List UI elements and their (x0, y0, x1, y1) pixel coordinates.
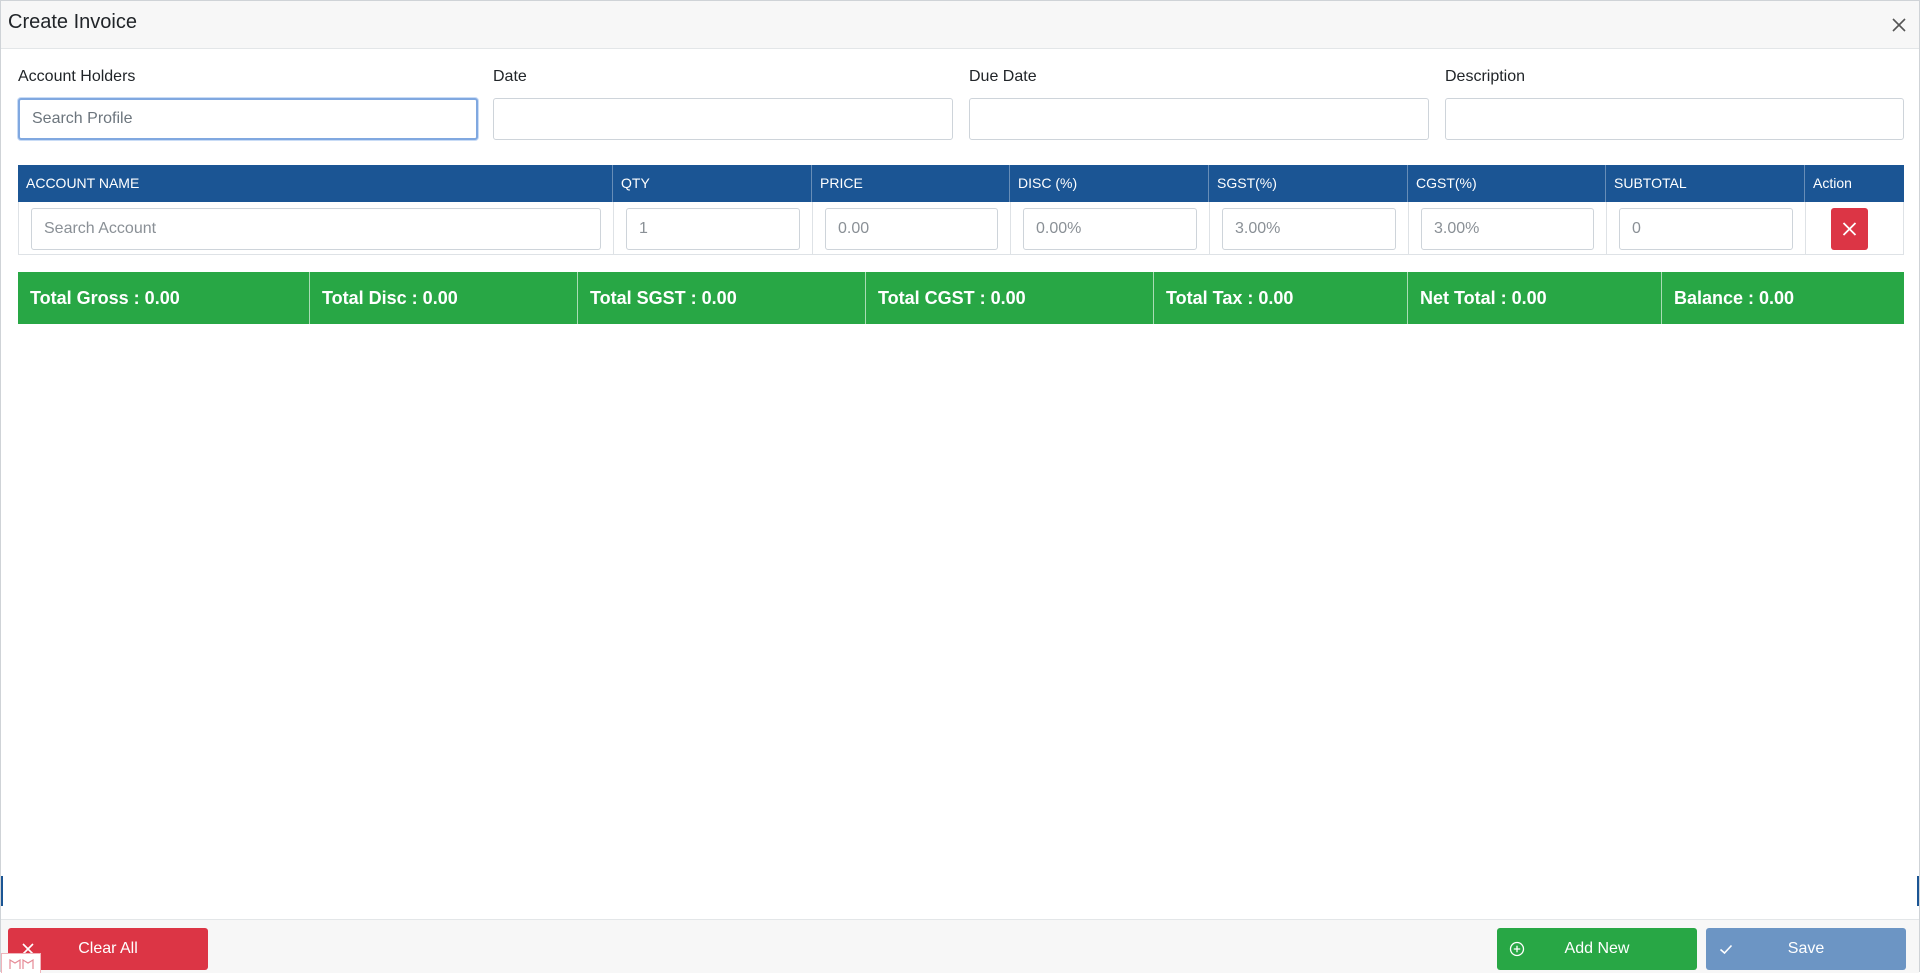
table-row (18, 202, 1904, 255)
total-disc: Total Disc : 0.00 (310, 272, 578, 324)
cgst-input[interactable] (1421, 208, 1594, 250)
disc-input[interactable] (1023, 208, 1197, 250)
column-header-subtotal: SUBTOTAL (1606, 165, 1805, 202)
modal-title: Create Invoice (8, 11, 137, 33)
qty-input[interactable] (626, 208, 800, 250)
cell-subtotal (1607, 202, 1806, 254)
due-date-input[interactable] (969, 98, 1429, 140)
close-button[interactable] (1889, 15, 1909, 35)
cell-account-name (19, 202, 614, 254)
cell-price (813, 202, 1011, 254)
cell-qty (614, 202, 813, 254)
modal-header: Create Invoice (1, 1, 1919, 49)
left-edge-accent (1, 876, 3, 906)
cell-cgst (1409, 202, 1607, 254)
add-new-label: Add New (1564, 940, 1630, 957)
column-header-cgst: CGST(%) (1408, 165, 1606, 202)
net-total: Net Total : 0.00 (1408, 272, 1662, 324)
account-holders-label: Account Holders (18, 68, 136, 85)
totals-bar: Total Gross : 0.00 Total Disc : 0.00 Tot… (18, 272, 1904, 324)
total-tax: Total Tax : 0.00 (1154, 272, 1408, 324)
column-header-price: PRICE (812, 165, 1010, 202)
date-input[interactable] (493, 98, 953, 140)
cell-disc (1011, 202, 1210, 254)
price-input[interactable] (825, 208, 998, 250)
column-header-account-name: ACCOUNT NAME (18, 165, 613, 202)
total-cgst: Total CGST : 0.00 (866, 272, 1154, 324)
column-header-action: Action (1813, 175, 1852, 191)
account-holders-input[interactable] (18, 98, 478, 140)
column-header-qty: QTY (613, 165, 812, 202)
create-invoice-modal: Create Invoice Account Holders Date Due … (0, 0, 1920, 973)
line-items-header: ACCOUNT NAME QTY PRICE DISC (%) SGST(%) … (18, 165, 1904, 202)
column-header-sgst: SGST(%) (1209, 165, 1408, 202)
description-input[interactable] (1445, 98, 1904, 140)
total-gross: Total Gross : 0.00 (18, 272, 310, 324)
sgst-input[interactable] (1222, 208, 1396, 250)
total-sgst: Total SGST : 0.00 (578, 272, 866, 324)
modal-footer: Clear All Add New Save (1, 919, 1919, 973)
balance: Balance : 0.00 (1674, 288, 1795, 308)
corner-logo (1, 953, 41, 973)
add-new-button[interactable]: Add New (1497, 928, 1697, 970)
save-label: Save (1787, 940, 1825, 957)
column-header-disc: DISC (%) (1010, 165, 1209, 202)
cell-sgst (1210, 202, 1409, 254)
save-button[interactable]: Save (1706, 928, 1906, 970)
close-icon (1892, 18, 1906, 32)
close-icon (1842, 222, 1857, 236)
right-edge-accent (1917, 876, 1919, 906)
due-date-label: Due Date (969, 68, 1037, 85)
delete-row-button[interactable] (1831, 208, 1868, 250)
subtotal-input[interactable] (1619, 208, 1793, 250)
account-search-input[interactable] (31, 208, 601, 250)
date-label: Date (493, 68, 527, 85)
description-label: Description (1445, 68, 1526, 85)
logo-icon (9, 958, 34, 969)
